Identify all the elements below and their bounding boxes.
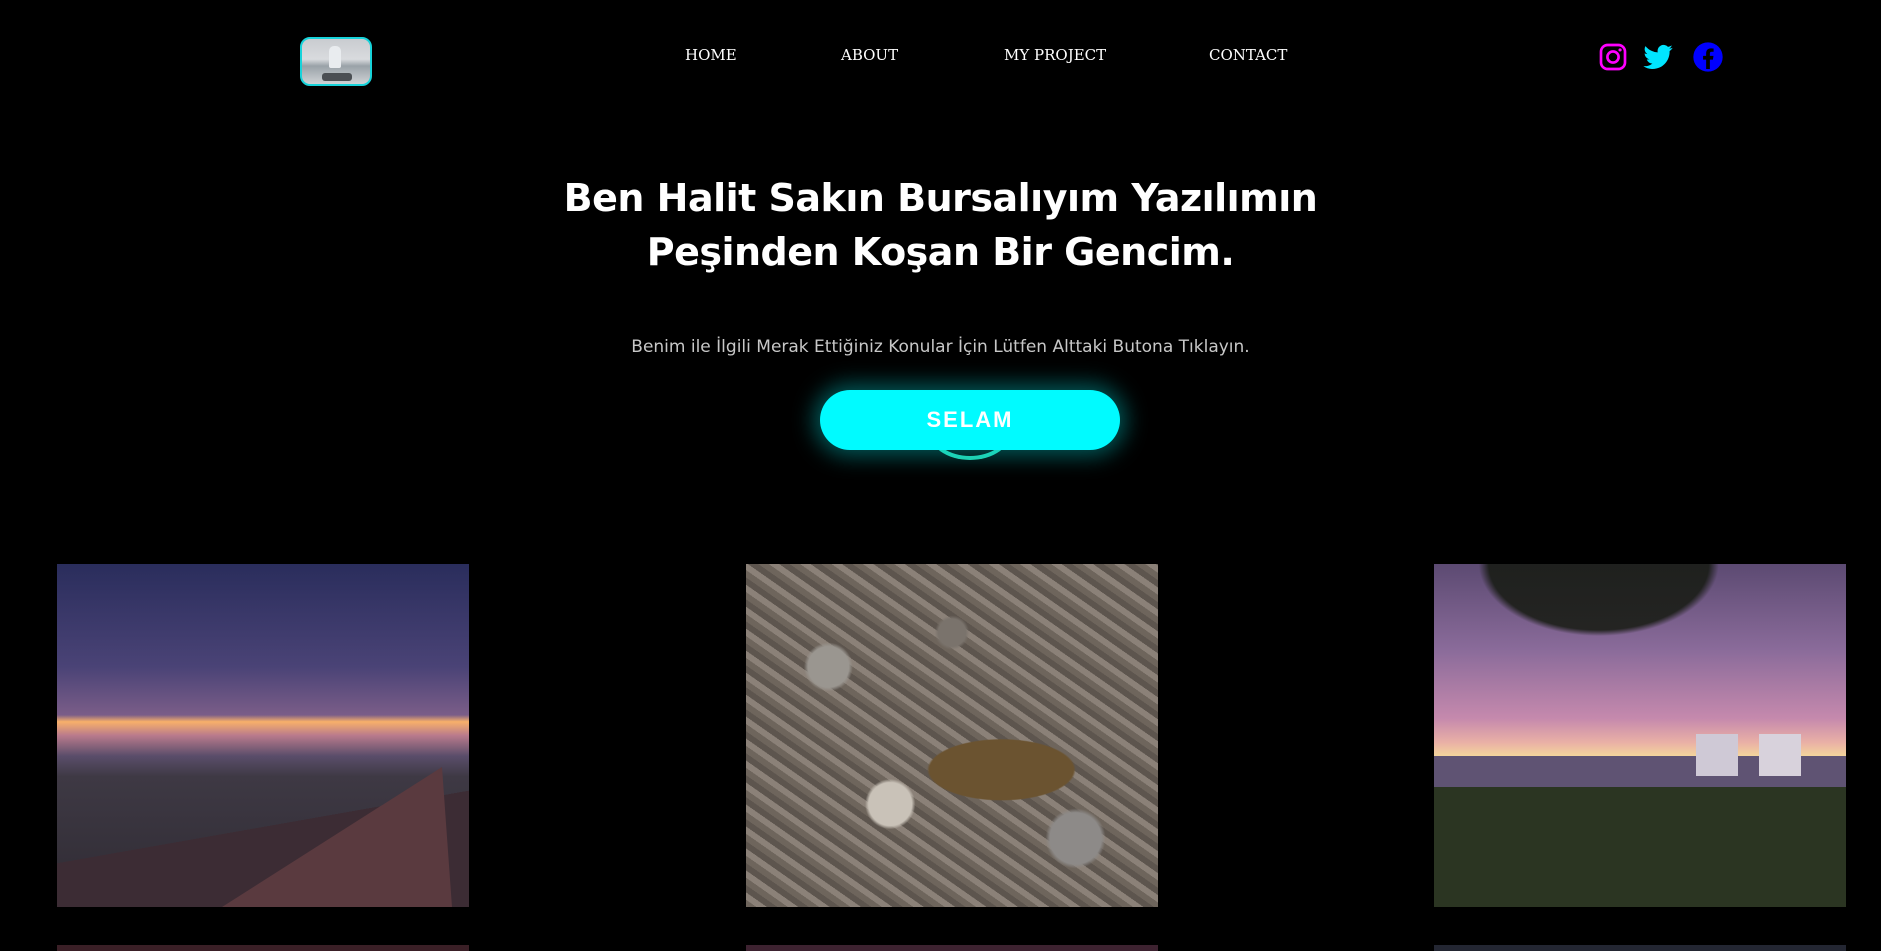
selam-button[interactable]: SELAM [820,390,1120,450]
sunset-road-photo[interactable] [57,564,469,907]
nav-my-project[interactable]: MY PROJECT [1004,46,1106,64]
nav-home[interactable]: HOME [685,46,737,64]
nav-about[interactable]: ABOUT [841,46,898,64]
tortoise-photo[interactable] [746,564,1158,907]
gallery-row2-photo-3[interactable] [1434,945,1846,951]
gallery-row2-photo-1[interactable] [57,945,469,951]
avatar-base [322,73,353,82]
hero-title: Ben Halit Sakın Bursalıyım Yazılımın Peş… [0,171,1881,279]
hero-title-line1: Ben Halit Sakın Bursalıyım Yazılımın [563,176,1318,220]
twitter-icon[interactable] [1642,41,1674,73]
lakeside-sunset-photo[interactable] [1434,564,1846,907]
hero-title-line2: Peşinden Koşan Bir Gencim. [646,230,1235,274]
nav-contact[interactable]: CONTACT [1209,46,1287,64]
cta-wrapper: SELAM [820,390,1120,470]
gallery-row2-photo-2[interactable] [746,945,1158,951]
hero-subtitle: Benim ile İlgili Merak Ettiğiniz Konular… [631,337,1250,357]
instagram-icon[interactable] [1597,41,1629,73]
facebook-icon[interactable] [1692,41,1724,73]
